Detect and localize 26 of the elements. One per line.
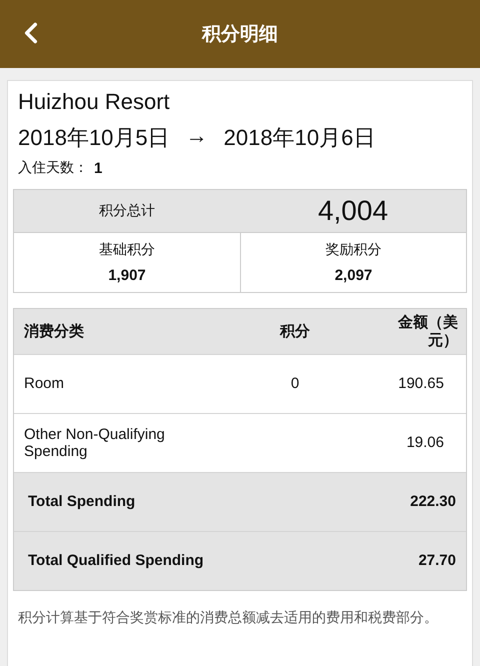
page-title: 积分明细: [202, 23, 278, 47]
points-type-label: 基础积分: [99, 241, 155, 259]
table-cell-text: Total Spending: [27, 493, 136, 511]
table-cell-text: Total Qualified Spending: [27, 552, 205, 570]
table-cell-text: 222.30: [409, 493, 457, 511]
check-in-date: 2018年10月5日: [18, 124, 170, 152]
arrow-glyph: →: [186, 123, 208, 150]
nights-value: 1: [94, 160, 102, 176]
column-header: 消费分类: [23, 322, 85, 340]
table-cell-text: 19.06: [405, 434, 445, 452]
footnote: 积分计算基于符合奖赏标准的消费总额减去适用的费用和税费部分。: [17, 608, 439, 626]
total-points-value: 4,004: [318, 195, 388, 227]
column-header: 金额（美元）: [396, 314, 459, 350]
points-type-value: 2,097: [334, 267, 372, 284]
hotel-name: Huizhou Resort: [17, 89, 171, 115]
table-cell-text: 27.70: [417, 552, 457, 570]
table-cell-text: Room: [23, 375, 66, 393]
table-cell-text: Other Non-Qualifying Spending: [23, 426, 166, 460]
table-cell-text: 0: [290, 375, 300, 393]
total-points-label: 积分总计: [14, 190, 240, 233]
check-out-date: 2018年10月6日: [224, 124, 376, 152]
points-type-label: 奖励积分: [326, 241, 382, 259]
table-cell-text: 190.65: [397, 375, 445, 393]
nights-label: 入住天数：: [18, 159, 88, 177]
column-header: 积分: [278, 322, 311, 340]
points-type-value: 1,907: [108, 267, 146, 284]
